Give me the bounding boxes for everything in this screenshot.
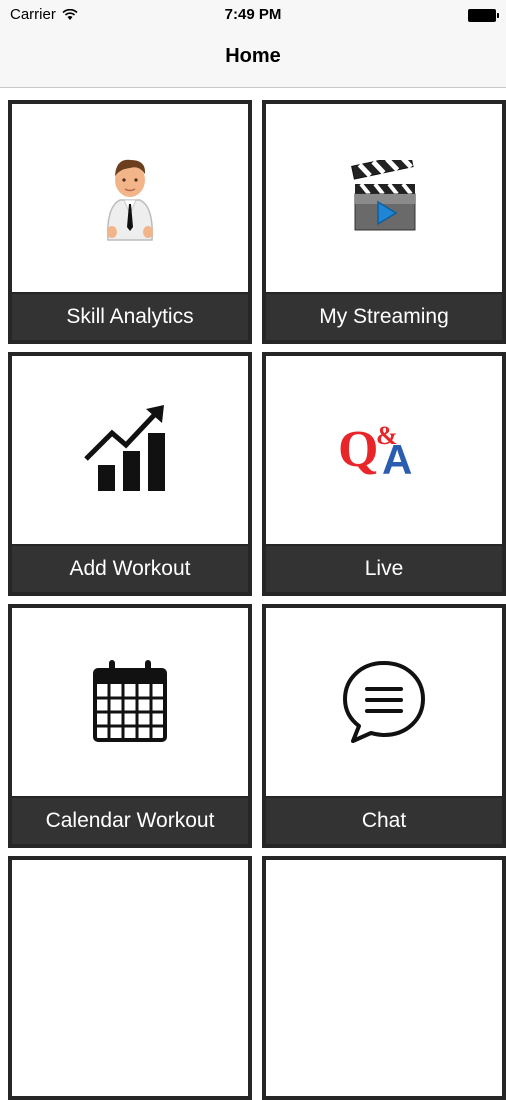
svg-text:A: A <box>382 436 412 482</box>
calendar-icon <box>93 660 167 742</box>
battery-icon <box>468 9 499 22</box>
tile-label: Add Workout <box>12 544 248 592</box>
home-grid: Skill Analytics My Streaming Add Workout… <box>0 88 506 1100</box>
tile-label: Live <box>266 544 502 592</box>
status-bar: Carrier 7:49 PM <box>0 0 506 30</box>
tile-chat[interactable]: Chat <box>262 604 506 848</box>
tile-label: My Streaming <box>266 292 502 340</box>
tile-add-workout[interactable]: Add Workout <box>8 352 252 596</box>
clapperboard-play-icon <box>351 160 416 231</box>
person-icon <box>107 159 153 241</box>
tile-skill-analytics[interactable]: Skill Analytics <box>8 100 252 344</box>
navigation-bar: Home <box>0 30 506 88</box>
svg-text:Q: Q <box>338 421 378 478</box>
page-title: Home <box>225 45 281 67</box>
tile-my-streaming[interactable]: My Streaming <box>262 100 506 344</box>
bar-chart-trend-icon <box>84 405 165 491</box>
status-time: 7:49 PM <box>224 6 282 23</box>
tile-calendar-workout[interactable]: Calendar Workout <box>8 604 252 848</box>
tile-label: Skill Analytics <box>12 292 248 340</box>
tile-live[interactable]: Q & A Live <box>262 352 506 596</box>
tile-partial-right[interactable] <box>262 856 506 1100</box>
tile-partial-left[interactable] <box>8 856 252 1100</box>
chat-bubble-icon <box>343 661 425 743</box>
tile-label: Chat <box>266 796 502 844</box>
q-and-a-icon: Q & A <box>338 421 412 482</box>
tile-label: Calendar Workout <box>12 796 248 844</box>
